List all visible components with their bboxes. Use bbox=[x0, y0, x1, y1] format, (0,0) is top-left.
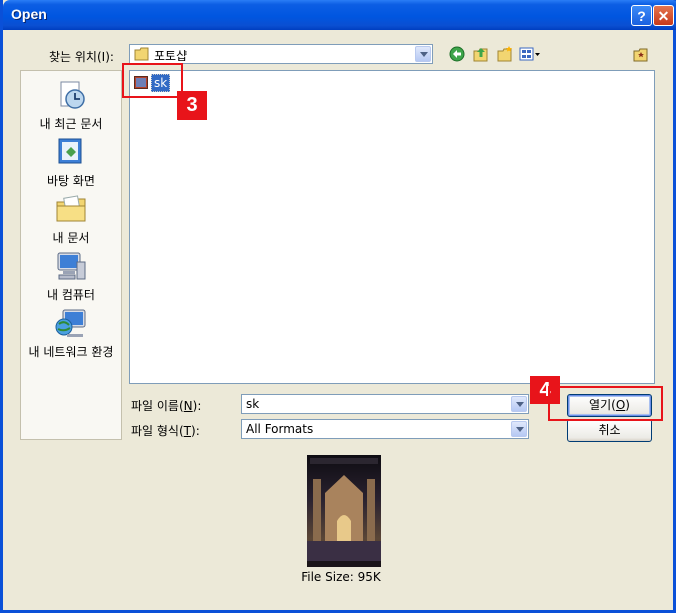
step-3-callout bbox=[122, 63, 183, 98]
preview-thumbnail bbox=[307, 455, 381, 567]
close-button[interactable]: ✕ bbox=[653, 5, 674, 26]
filetype-value: All Formats bbox=[246, 422, 314, 436]
open-dialog: Open ? ✕ 찾는 위치(I): 포토샵 내 최근 문서 바탕 화면 내 문… bbox=[0, 0, 676, 613]
my-computer-icon bbox=[57, 252, 86, 280]
back-icon[interactable] bbox=[449, 46, 465, 62]
lookin-label: 찾는 위치(I): bbox=[49, 50, 114, 64]
my-documents-icon bbox=[56, 195, 86, 222]
place-label: 내 네트워크 환경 bbox=[28, 345, 114, 359]
cathedral-image bbox=[307, 458, 381, 567]
place-label: 내 컴퓨터 bbox=[47, 288, 95, 302]
places-bar: 내 최근 문서 바탕 화면 내 문서 내 컴퓨터 내 네트워크 환경 bbox=[20, 70, 122, 440]
recent-documents-icon bbox=[60, 81, 85, 109]
filetype-select[interactable]: All Formats bbox=[241, 419, 529, 439]
cancel-button[interactable]: 취소 bbox=[567, 419, 652, 442]
lookin-combo[interactable]: 포토샵 bbox=[129, 44, 433, 64]
chevron-down-icon[interactable] bbox=[511, 396, 527, 412]
network-icon bbox=[55, 309, 86, 337]
step-4-callout bbox=[548, 386, 663, 421]
place-label: 바탕 화면 bbox=[47, 174, 95, 188]
desktop-icon bbox=[58, 138, 82, 164]
new-folder-icon[interactable] bbox=[497, 46, 513, 62]
filename-label: 파일 이름(N): bbox=[131, 399, 202, 413]
favorite-folder-icon[interactable] bbox=[633, 46, 649, 62]
window-title: Open bbox=[11, 6, 47, 22]
filetype-label: 파일 형식(T): bbox=[131, 424, 200, 438]
up-folder-icon[interactable] bbox=[473, 46, 489, 62]
file-list[interactable]: sk bbox=[129, 70, 655, 384]
view-menu-icon[interactable] bbox=[519, 46, 541, 62]
step-3-badge: 3 bbox=[177, 91, 207, 120]
chevron-down-icon[interactable] bbox=[511, 421, 527, 437]
chevron-down-icon[interactable] bbox=[415, 46, 431, 62]
folder-icon bbox=[134, 47, 149, 61]
file-size-label: File Size: 95K bbox=[301, 570, 381, 584]
help-button[interactable]: ? bbox=[631, 5, 652, 26]
lookin-value: 포토샵 bbox=[154, 49, 188, 63]
filename-field[interactable]: sk bbox=[241, 394, 529, 414]
filename-value: sk bbox=[246, 397, 260, 411]
place-label: 내 문서 bbox=[52, 231, 90, 245]
place-label: 내 최근 문서 bbox=[39, 117, 103, 131]
title-bar[interactable]: Open ? ✕ bbox=[3, 0, 676, 30]
